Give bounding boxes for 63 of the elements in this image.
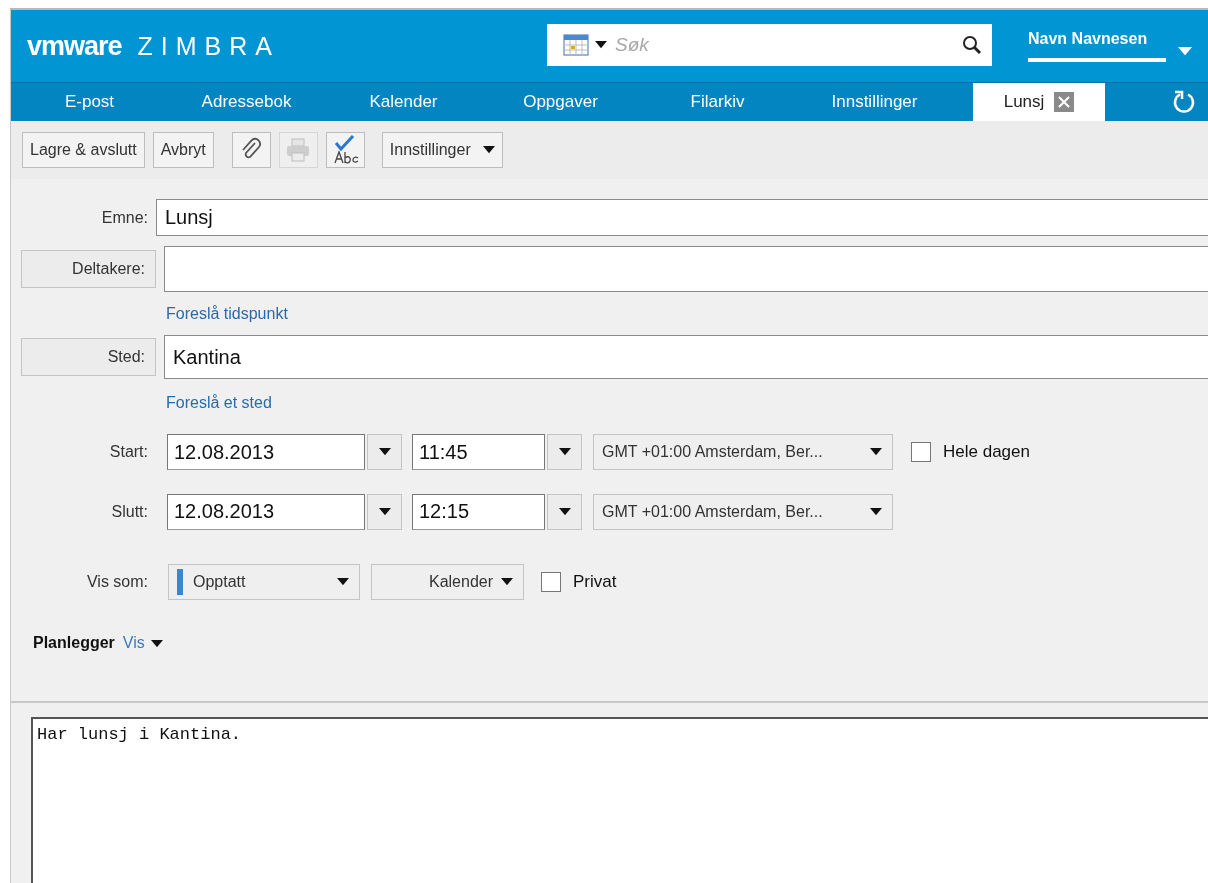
toolbar-button[interactable]: Avbryt [152,132,214,168]
refresh-icon[interactable] [1172,90,1196,114]
caret-icon [378,448,391,456]
private-checkbox[interactable] [541,571,561,592]
app-tab[interactable]: E-post [11,83,168,121]
caret-icon [150,639,163,647]
timezone-select[interactable]: GMT +01:00 Amsterdam, Ber... [593,434,893,471]
spellcheck-button[interactable] [325,132,365,168]
time-field[interactable]: 11:45 [412,434,545,471]
suggest-location-link[interactable]: Foreslå et sted [166,393,272,412]
caret-icon [482,146,495,154]
field-label: Emne: [100,208,149,227]
app-tab[interactable]: Oppgaver [482,83,639,121]
close-icon[interactable] [1054,92,1075,112]
attach-button[interactable] [231,132,271,168]
app-tab[interactable]: Kalender [325,83,482,121]
caret-icon [595,41,607,49]
caret-icon [558,507,571,516]
field-label: Slutt: [110,502,149,521]
date-field[interactable]: 12.08.2013 [167,493,365,530]
attendees-field[interactable] [164,246,1208,293]
calendar-select[interactable]: Kalender [371,563,524,600]
date-dropdown-button[interactable] [367,493,402,530]
app-tab[interactable]: Filarkiv [639,83,796,121]
suggest-time-link[interactable]: Foreslå tidspunkt [166,304,288,323]
status-bar-icon [177,568,183,595]
app-tab[interactable]: Lunsj [973,83,1105,121]
search-icon[interactable] [962,35,982,55]
show-as-select[interactable]: Opptatt [168,563,360,600]
time-field[interactable]: 12:15 [412,493,545,530]
field-label: Vis som: [85,572,149,591]
subject-field[interactable]: Lunsj [156,199,1208,237]
settings-menu-button[interactable]: Innstillinger [381,132,503,168]
field-label: Start: [108,443,149,462]
notes-field[interactable]: Har lunsj i Kantina. [31,717,1208,883]
checkbox-label: Privat [573,571,617,592]
spellcheck-icon [331,135,360,165]
toolbar-button[interactable]: Lagre & avslutt [22,132,145,168]
caret-icon [1178,46,1192,55]
caret-icon [870,507,882,516]
caret-icon [501,577,513,586]
location-button[interactable]: Sted: [21,338,156,377]
search-box[interactable]: Søk [547,24,992,66]
time-dropdown-button[interactable] [547,493,582,530]
caret-icon [337,577,349,586]
caret-icon [378,507,391,516]
caret-icon [870,448,882,456]
location-field[interactable]: Kantina [164,335,1208,380]
show-scheduler-link[interactable]: Vis [122,634,163,653]
all-day-checkbox[interactable] [911,442,931,463]
app-tab[interactable]: Innstillinger [796,83,953,121]
timezone-select[interactable]: GMT +01:00 Amsterdam, Ber... [593,493,893,530]
printer-icon [285,138,312,162]
scheduler-heading: Planlegger [33,634,115,653]
calendar-icon [563,34,589,56]
caret-icon [558,448,571,456]
time-dropdown-button[interactable] [547,434,582,471]
date-dropdown-button[interactable] [367,434,402,471]
zimbra-logo: vmware ZIMBRA [26,30,282,62]
attendees-button[interactable]: Deltakere: [21,250,156,289]
app-tab[interactable]: Adressebok [168,83,325,121]
checkbox-label: Hele dagen [943,442,1030,463]
date-field[interactable]: 12.08.2013 [167,434,365,471]
